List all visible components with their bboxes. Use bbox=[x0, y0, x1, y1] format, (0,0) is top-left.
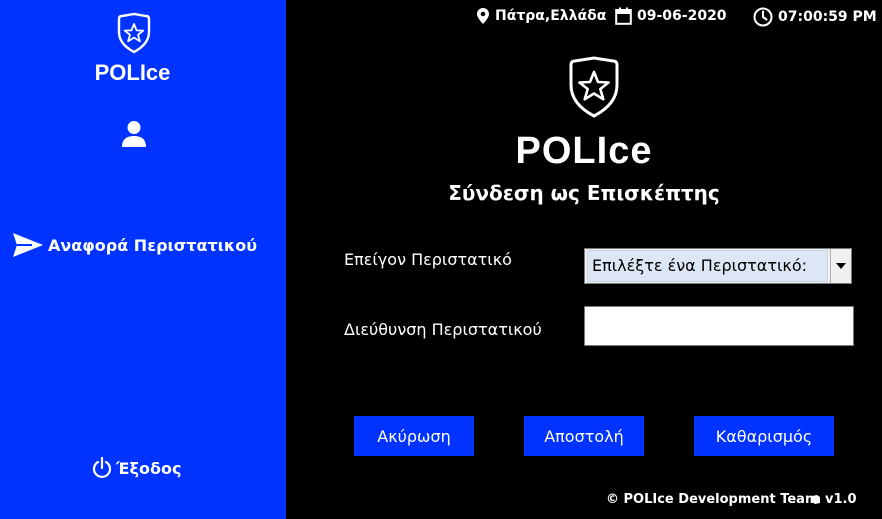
incident-label: Επείγον Περιστατικό bbox=[344, 250, 512, 269]
clear-button[interactable]: Καθαρισμός bbox=[694, 416, 834, 456]
version-icon bbox=[812, 495, 820, 504]
sidebar-brand: POLIce bbox=[94, 60, 171, 85]
address-label: Διεύθυνση Περιστατικού bbox=[344, 320, 542, 339]
address-field[interactable] bbox=[584, 306, 854, 346]
main-panel: Πάτρα,Ελλάδα 09-06-2020 07:00:59 PM POLI… bbox=[286, 0, 882, 519]
badge-icon bbox=[117, 12, 151, 54]
user-icon[interactable] bbox=[121, 120, 147, 148]
version-text: v1.0 bbox=[825, 492, 857, 507]
sidebar-item-label: Αναφορά Περιστατικού bbox=[48, 235, 258, 255]
chevron-down-icon[interactable] bbox=[830, 249, 851, 283]
clock-icon bbox=[753, 7, 773, 27]
exit-label: Έξοδος bbox=[116, 458, 182, 478]
sidebar: POLIce Αναφορά Περιστατικού Έξοδος bbox=[0, 0, 286, 519]
incident-select[interactable]: Επιλέξτε ένα Περιστατικό: bbox=[584, 248, 852, 284]
exit-button[interactable]: Έξοδος bbox=[92, 457, 181, 479]
page-subtitle: Σύνδεση ως Επισκέπτης bbox=[448, 181, 720, 205]
time-info: 07:00:59 PM bbox=[753, 7, 877, 27]
location-pin-icon bbox=[477, 8, 489, 24]
footer-version: v1.0 bbox=[811, 492, 857, 507]
send-icon bbox=[13, 233, 43, 257]
location-info: Πάτρα,Ελλάδα bbox=[476, 7, 606, 25]
app-title: POLIce bbox=[515, 130, 653, 172]
location-text: Πάτρα,Ελλάδα bbox=[495, 8, 607, 24]
date-text: 09-06-2020 bbox=[637, 8, 727, 24]
footer-copyright: © POLIce Development Team bbox=[606, 492, 819, 507]
cancel-button[interactable]: Ακύρωση bbox=[354, 416, 474, 456]
sidebar-item-report-incident[interactable]: Αναφορά Περιστατικού bbox=[12, 231, 257, 259]
date-info: 09-06-2020 bbox=[615, 7, 727, 25]
power-icon bbox=[92, 457, 112, 479]
badge-icon bbox=[569, 56, 619, 118]
submit-button[interactable]: Αποστολή bbox=[524, 416, 644, 456]
calendar-icon bbox=[615, 7, 632, 25]
incident-select-value: Επιλέξτε ένα Περιστατικό: bbox=[587, 250, 828, 282]
time-text: 07:00:59 PM bbox=[778, 9, 877, 25]
